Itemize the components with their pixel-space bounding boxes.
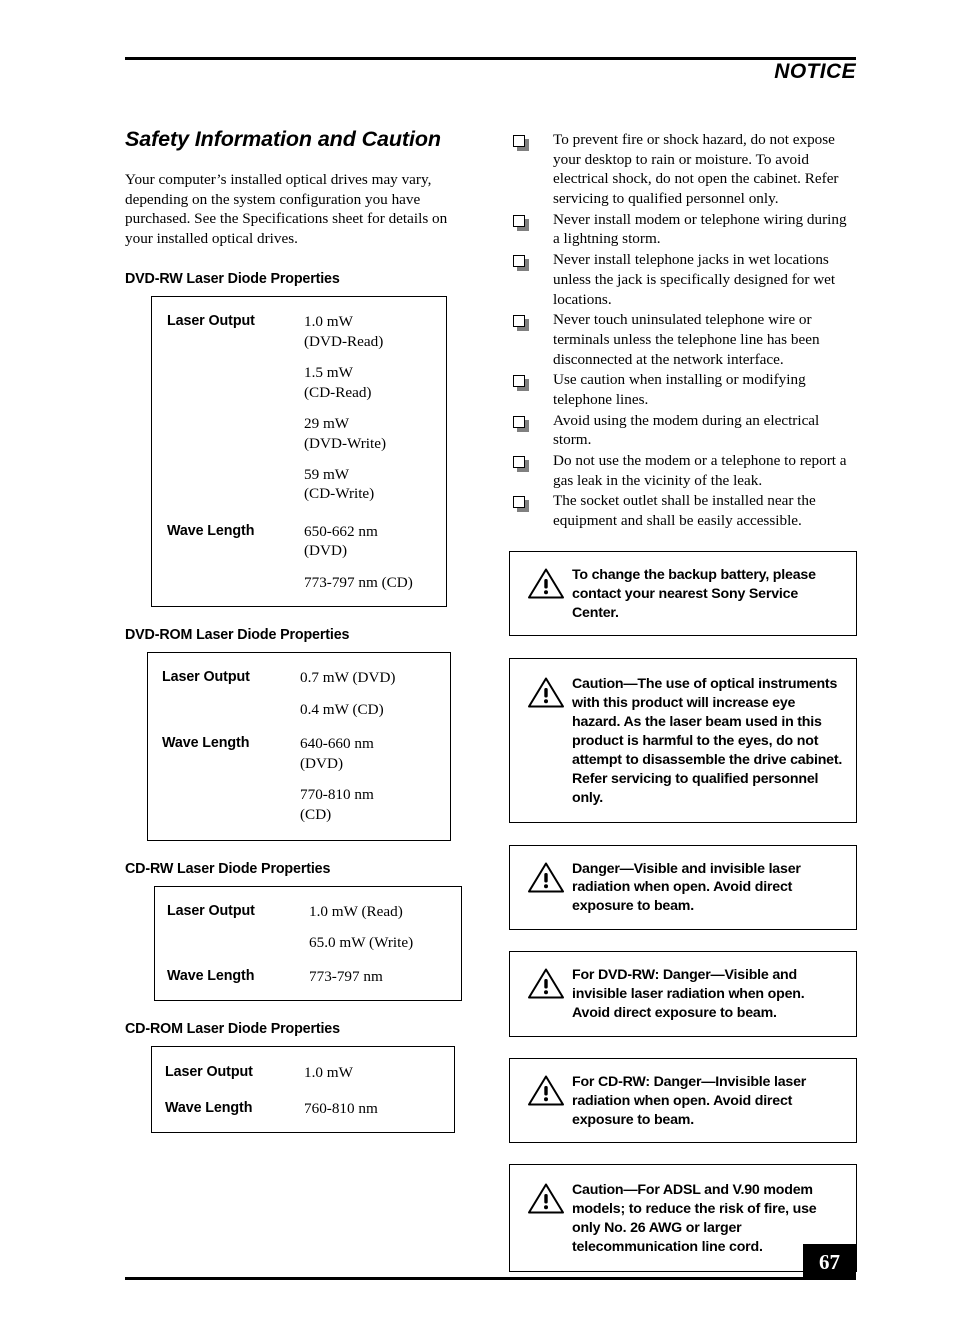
document-page: NOTICE Safety Information and Caution Yo… — [0, 0, 954, 1340]
warning-box-cd-rw-danger: For CD-RW: Danger—Invisible laser radiat… — [509, 1057, 857, 1144]
spec-value: 773-797 nm (CD) — [304, 573, 413, 591]
warning-box-battery: To change the backup battery, please con… — [509, 550, 857, 637]
spec-row: Laser Output 1.0 mW (DVD-Read) 1.5 mW (C… — [152, 312, 446, 504]
spec-values: 640-660 nm (DVD) 770-810 nm (CD) — [300, 734, 450, 824]
notice-text: Never install telephone jacks in wet loc… — [553, 251, 836, 308]
spec-value: 1.0 mW (DVD-Read) — [304, 313, 384, 350]
notice-text: Avoid using the modem during an electric… — [553, 411, 820, 449]
warning-triangle-icon — [520, 1180, 572, 1215]
spec-value: 640-660 nm (DVD) — [300, 735, 374, 772]
checkbox-square-icon — [513, 415, 529, 432]
spec-value: 0.7 mW (DVD) — [300, 669, 396, 687]
spec-values: 1.0 mW (DVD-Read) 1.5 mW (CD-Read) 29 mW… — [304, 312, 446, 504]
warning-triangle-icon — [520, 1072, 572, 1107]
spec-row: Laser Output 0.7 mW (DVD) 0.4 mW (CD) — [148, 668, 450, 719]
warning-box-optical-instruments: Caution—The use of optical instruments w… — [509, 658, 857, 823]
spec-value: 1.0 mW (Read) — [309, 902, 403, 920]
spec-row: Wave Length 650-662 nm (DVD) 773-797 nm … — [152, 522, 446, 592]
spec-label: Laser Output — [167, 313, 255, 330]
table-heading-cd-rom: CD-ROM Laser Diode Properties — [125, 1021, 340, 1038]
list-item: Do not use the modem or a telephone to r… — [509, 451, 857, 490]
section-title: Safety Information and Caution — [125, 127, 441, 151]
spec-value: 1.5 mW (CD-Read) — [304, 364, 372, 401]
spec-values: 650-662 nm (DVD) 773-797 nm (CD) — [304, 522, 446, 592]
table-heading-cd-rw: CD-RW Laser Diode Properties — [125, 860, 331, 877]
checkbox-square-icon — [513, 135, 529, 151]
notice-text: The socket outlet shall be installed nea… — [553, 492, 816, 530]
spec-table-cd-rom: Laser Output 1.0 mW Wave Length 760-810 … — [151, 1046, 455, 1134]
checkbox-square-icon — [513, 315, 529, 332]
spec-row: Laser Output 1.0 mW — [152, 1063, 454, 1082]
spec-row: Wave Length 640-660 nm (DVD) 770-810 nm … — [148, 734, 450, 824]
notice-text: Do not use the modem or a telephone to r… — [553, 452, 847, 489]
checkbox-square-icon — [513, 214, 529, 231]
spec-values: 760-810 nm — [304, 1099, 454, 1118]
spec-value: 773-797 nm — [309, 967, 383, 985]
left-column: Safety Information and Caution Your comp… — [125, 127, 475, 1153]
spec-row: Wave Length 760-810 nm — [152, 1099, 454, 1118]
right-column: To prevent fire or shock hazard, do not … — [509, 130, 857, 1272]
spec-label: Wave Length — [167, 967, 255, 984]
spec-values: 0.7 mW (DVD) 0.4 mW (CD) — [300, 668, 450, 719]
warning-box-laser-danger: Danger—Visible and invisible laser radia… — [509, 844, 857, 931]
list-item: The socket outlet shall be installed nea… — [509, 491, 857, 530]
spec-row: Laser Output 1.0 mW (Read) 65.0 mW (Writ… — [155, 902, 461, 953]
spec-value: 760-810 nm — [304, 1099, 378, 1117]
spec-value: 0.4 mW (CD) — [300, 700, 384, 718]
spec-row: Wave Length 773-797 nm — [155, 967, 461, 986]
spec-label: Wave Length — [162, 735, 250, 752]
warning-text: For CD-RW: Danger—Invisible laser radiat… — [572, 1073, 807, 1128]
spec-value: 1.0 mW — [304, 1064, 353, 1082]
notice-text: Use caution when installing or modifying… — [553, 371, 806, 408]
spec-values: 1.0 mW (Read) 65.0 mW (Write) — [309, 902, 461, 953]
page-number: 67 — [803, 1244, 856, 1280]
spec-value: 65.0 mW (Write) — [309, 934, 414, 952]
notice-text: To prevent fire or shock hazard, do not … — [553, 131, 839, 208]
list-item: Never touch uninsulated telephone wire o… — [509, 310, 857, 369]
header-rule — [125, 57, 856, 60]
list-item: Use caution when installing or modifying… — [509, 370, 857, 409]
spec-table-dvd-rw: Laser Output 1.0 mW (DVD-Read) 1.5 mW (C… — [151, 296, 447, 608]
list-item: Avoid using the modem during an electric… — [509, 411, 857, 450]
warning-box-dvd-rw-danger: For DVD-RW: Danger—Visible and invisible… — [509, 951, 857, 1037]
spec-table-dvd-rom: Laser Output 0.7 mW (DVD) 0.4 mW (CD) Wa… — [147, 652, 451, 841]
intro-paragraph: Your computer’s installed optical drives… — [125, 170, 448, 248]
warning-triangle-icon — [520, 965, 572, 1000]
notice-text: Never install modem or telephone wiring … — [553, 210, 847, 248]
list-item: To prevent fire or shock hazard, do not … — [509, 130, 857, 209]
warning-triangle-icon — [520, 859, 572, 894]
warning-triangle-icon — [520, 565, 572, 600]
spec-label: Laser Output — [167, 902, 255, 919]
spec-label: Laser Output — [162, 669, 250, 686]
footer-rule — [125, 1277, 803, 1280]
spec-value: 770-810 nm (CD) — [300, 786, 374, 823]
checkbox-square-icon — [513, 496, 529, 513]
spec-value: 29 mW (DVD-Write) — [304, 415, 387, 452]
warning-text: Danger—Visible and invisible laser radia… — [572, 860, 801, 915]
spec-values: 1.0 mW — [304, 1063, 454, 1082]
warning-text: For DVD-RW: Danger—Visible and invisible… — [572, 967, 805, 1021]
checkbox-square-icon — [513, 255, 529, 272]
spec-values: 773-797 nm — [309, 967, 461, 986]
table-heading-dvd-rom: DVD-ROM Laser Diode Properties — [125, 627, 350, 644]
table-heading-dvd-rw: DVD-RW Laser Diode Properties — [125, 271, 340, 288]
spec-label: Wave Length — [165, 1099, 253, 1116]
list-item: Never install telephone jacks in wet loc… — [509, 250, 857, 309]
spec-label: Wave Length — [167, 522, 255, 539]
checkbox-square-icon — [513, 375, 529, 392]
warning-text: Caution—The use of optical instruments w… — [572, 676, 843, 806]
page-header-title: NOTICE — [774, 60, 856, 83]
notice-text: Never touch uninsulated telephone wire o… — [553, 311, 820, 368]
spec-value: 59 mW (CD-Write) — [304, 465, 375, 503]
list-item: Never install modem or telephone wiring … — [509, 210, 857, 249]
warning-text: To change the backup battery, please con… — [572, 566, 816, 621]
spec-value: 650-662 nm (DVD) — [304, 522, 378, 560]
spec-label: Laser Output — [165, 1064, 253, 1081]
checkbox-square-icon — [513, 456, 529, 472]
safety-notice-list: To prevent fire or shock hazard, do not … — [509, 130, 857, 531]
warning-triangle-icon — [520, 674, 572, 709]
spec-table-cd-rw: Laser Output 1.0 mW (Read) 65.0 mW (Writ… — [154, 885, 462, 1002]
